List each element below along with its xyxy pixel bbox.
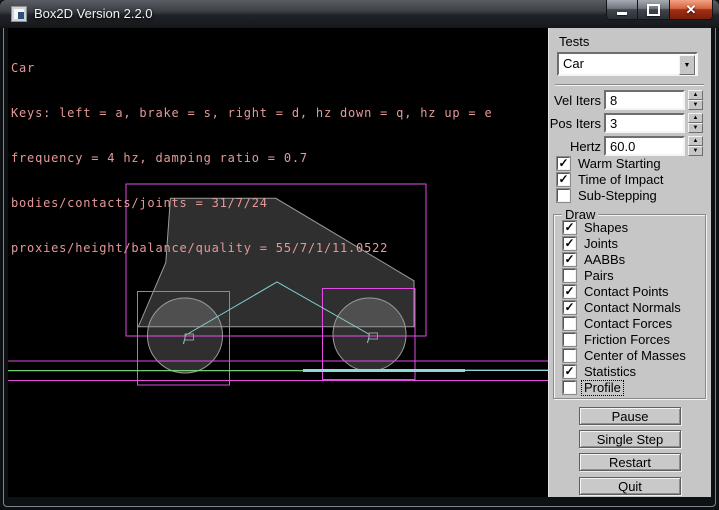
triangle-up-icon: ▲ <box>693 92 699 98</box>
control-sidebar: Tests Car ▼ Vel Iters 8 ▲ ▼ Pos Iters 3 … <box>548 28 711 497</box>
spinner-up-button[interactable]: ▲ <box>688 136 703 146</box>
checkbox-box[interactable]: ✓ <box>563 285 576 298</box>
checkbox-label: Contact Points <box>584 285 669 299</box>
single-step-button[interactable]: Single Step <box>579 430 681 448</box>
checkbox-box[interactable]: ✓ <box>557 173 570 186</box>
checkbox-label: Friction Forces <box>584 333 670 347</box>
triangle-up-icon: ▲ <box>693 138 699 144</box>
checkbox-box[interactable] <box>563 317 576 330</box>
tests-label: Tests <box>559 34 589 49</box>
checkbox-box[interactable]: ✓ <box>563 237 576 250</box>
triangle-down-icon: ▼ <box>693 125 699 131</box>
spinner-up-button[interactable]: ▲ <box>688 90 703 100</box>
debug-stats-text: Car Keys: left = a, brake = s, right = d… <box>11 31 492 286</box>
close-icon: ✕ <box>686 1 697 19</box>
spinner-down-button[interactable]: ▼ <box>688 146 703 156</box>
triangle-up-icon: ▲ <box>693 115 699 121</box>
checkbox-box[interactable]: ✓ <box>557 157 570 170</box>
checkbox-label: Shapes <box>584 221 628 235</box>
checkbox-label: Sub-Stepping <box>578 189 657 203</box>
app-icon <box>11 6 27 22</box>
checkbox-box[interactable] <box>557 189 570 202</box>
spinner-down-button[interactable]: ▼ <box>688 100 703 110</box>
checkbox-label: Contact Forces <box>584 317 672 331</box>
separator <box>555 84 704 86</box>
hertz-input[interactable]: 60.0 <box>604 136 685 156</box>
vel-iters-label: Vel Iters <box>549 93 601 108</box>
checkbox-box[interactable] <box>563 269 576 282</box>
checkbox-label: Time of Impact <box>578 173 663 187</box>
restart-button[interactable]: Restart <box>579 453 681 471</box>
checkbox-label: Contact Normals <box>584 301 681 315</box>
pos-iters-spinner: ▲ ▼ <box>688 113 703 133</box>
tests-dropdown-value: Car <box>563 56 584 71</box>
hertz-spinner: ▲ ▼ <box>688 136 703 156</box>
hertz-label: Hertz <box>549 139 601 154</box>
titlebar[interactable]: Box2D Version 2.2.0 ✕ <box>0 0 719 28</box>
spinner-down-button[interactable]: ▼ <box>688 123 703 133</box>
stats-line-frequency: frequency = 4 hz, damping ratio = 0.7 <box>11 151 492 166</box>
triangle-down-icon: ▼ <box>693 102 699 108</box>
tests-dropdown[interactable]: Car ▼ <box>557 52 698 76</box>
vel-iters-row: Vel Iters 8 ▲ ▼ <box>549 90 711 110</box>
vel-iters-input[interactable]: 8 <box>604 90 685 110</box>
pause-button[interactable]: Pause <box>579 407 681 425</box>
window-title: Box2D Version 2.2.0 <box>34 6 153 21</box>
dropdown-button[interactable]: ▼ <box>679 55 695 75</box>
checkbox-label: Center of Masses <box>584 349 686 363</box>
stats-line-keys: Keys: left = a, brake = s, right = d, hz… <box>11 106 492 121</box>
spinner-up-button[interactable]: ▲ <box>688 113 703 123</box>
hertz-row: Hertz 60.0 ▲ ▼ <box>549 136 711 156</box>
checkbox-box[interactable] <box>563 349 576 362</box>
checkbox-box[interactable]: ✓ <box>563 221 576 234</box>
checkbox-box[interactable]: ✓ <box>563 253 576 266</box>
vel-iters-spinner: ▲ ▼ <box>688 90 703 110</box>
triangle-down-icon: ▼ <box>693 148 699 154</box>
checkbox-label: Joints <box>584 237 618 251</box>
stats-line-title: Car <box>11 61 492 76</box>
checkbox-box[interactable]: ✓ <box>563 365 576 378</box>
stats-line-bodies: bodies/contacts/joints = 31/7/24 <box>11 196 492 211</box>
maximize-button[interactable] <box>638 0 670 20</box>
minimize-icon <box>617 12 627 15</box>
stats-line-proxies: proxies/height/balance/quality = 55/7/1/… <box>11 241 492 256</box>
close-button[interactable]: ✕ <box>670 0 713 20</box>
checkbox-label: Statistics <box>584 365 636 379</box>
caption-buttons: ✕ <box>606 0 713 21</box>
checkbox-box[interactable] <box>563 333 576 346</box>
chevron-down-icon: ▼ <box>684 62 691 69</box>
checkbox-label: Pairs <box>584 269 614 283</box>
checkbox-box[interactable] <box>563 381 576 394</box>
quit-button[interactable]: Quit <box>579 477 681 495</box>
pos-iters-row: Pos Iters 3 ▲ ▼ <box>549 113 711 133</box>
checkbox-box[interactable]: ✓ <box>563 301 576 314</box>
pos-iters-label: Pos Iters <box>549 116 601 131</box>
minimize-button[interactable] <box>606 0 638 20</box>
checkbox-label: Profile <box>582 381 623 395</box>
simulation-canvas[interactable]: Car Keys: left = a, brake = s, right = d… <box>8 28 548 497</box>
checkbox-label: AABBs <box>584 253 625 267</box>
pos-iters-input[interactable]: 3 <box>604 113 685 133</box>
maximize-icon <box>647 4 660 16</box>
checkbox-label: Warm Starting <box>578 157 661 171</box>
app-window: Box2D Version 2.2.0 ✕ <box>0 0 719 510</box>
